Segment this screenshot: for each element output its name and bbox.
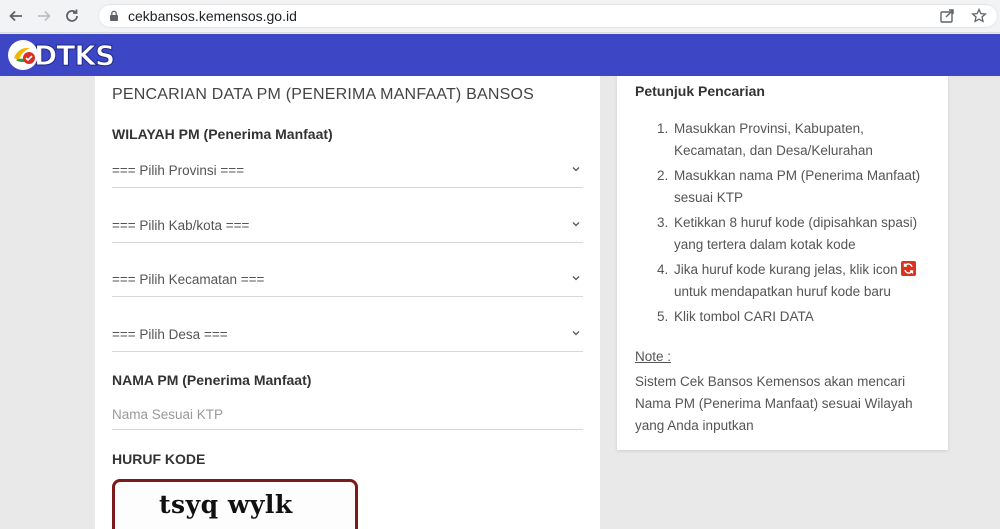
desa-select-value: === Pilih Desa === (112, 327, 228, 342)
form-title: PENCARIAN DATA PM (PENERIMA MANFAAT) BAN… (112, 86, 534, 103)
arrow-left-icon (9, 10, 22, 22)
lock-icon (110, 10, 118, 21)
site-header: DTKS (0, 34, 1000, 76)
help-step: 4. Jika huruf kode kurang jelas, klik ico… (635, 259, 935, 303)
arrow-right-icon (38, 10, 51, 22)
help-steps-list: 1. Masukkan Provinsi, Kabupaten, Kecamata… (635, 118, 935, 331)
wilayah-label: WILAYAH PM (Penerima Manfaat) (112, 126, 333, 142)
provinsi-select[interactable]: === Pilih Provinsi === (112, 152, 583, 188)
nama-input[interactable] (112, 400, 583, 428)
help-step: 1. Masukkan Provinsi, Kabupaten, Kecamata… (657, 121, 873, 158)
help-title: Petunjuk Pencarian (635, 83, 765, 99)
reload-button[interactable] (60, 4, 84, 28)
nama-label: NAMA PM (Penerima Manfaat) (112, 372, 312, 388)
logo-badge-icon (8, 40, 38, 70)
captcha-code: tsyq wylk (159, 490, 293, 519)
kode-label: HURUF KODE (112, 451, 206, 467)
help-step: 2. Masukkan nama PM (Penerima Manfaat) se… (657, 168, 921, 205)
forward-button[interactable] (32, 4, 56, 28)
note-title: Note : (635, 349, 672, 364)
chevron-down-icon (572, 331, 580, 336)
chevron-down-icon (572, 222, 580, 227)
note-text: Sistem Cek Bansos Kemensos akan mencari … (635, 374, 913, 433)
kecamatan-select-value: === Pilih Kecamatan === (112, 272, 265, 287)
chevron-down-icon (572, 167, 580, 172)
desa-select[interactable]: === Pilih Desa === (112, 316, 583, 352)
help-card: Petunjuk Pencarian 1. Masukkan Provinsi, … (617, 76, 948, 450)
browser-toolbar: cekbansos.kemensos.go.id (0, 0, 1000, 33)
help-step: 3. Ketikkan 8 huruf kode (dipisahkan spas… (657, 215, 918, 252)
nama-field-wrapper (112, 400, 583, 430)
reload-icon (66, 9, 78, 22)
url-text: cekbansos.kemensos.go.id (128, 8, 297, 24)
search-form-card: PENCARIAN DATA PM (PENERIMA MANFAAT) BAN… (95, 76, 600, 529)
refresh-icon (901, 261, 917, 276)
address-bar[interactable]: cekbansos.kemensos.go.id (98, 4, 998, 28)
dtks-logo[interactable]: DTKS (8, 38, 116, 72)
back-button[interactable] (4, 4, 28, 28)
share-icon[interactable] (939, 8, 955, 24)
captcha-image: tsyq wylk (112, 479, 358, 529)
kabkota-select[interactable]: === Pilih Kab/kota === (112, 207, 583, 243)
chevron-down-icon (572, 276, 580, 281)
kabkota-select-value: === Pilih Kab/kota === (112, 218, 250, 233)
kecamatan-select[interactable]: === Pilih Kecamatan === (112, 261, 583, 297)
help-step: 5. Klik tombol CARI DATA (657, 309, 814, 324)
star-icon[interactable] (971, 8, 987, 24)
provinsi-select-value: === Pilih Provinsi === (112, 163, 245, 178)
logo-text: DTKS (33, 38, 115, 72)
